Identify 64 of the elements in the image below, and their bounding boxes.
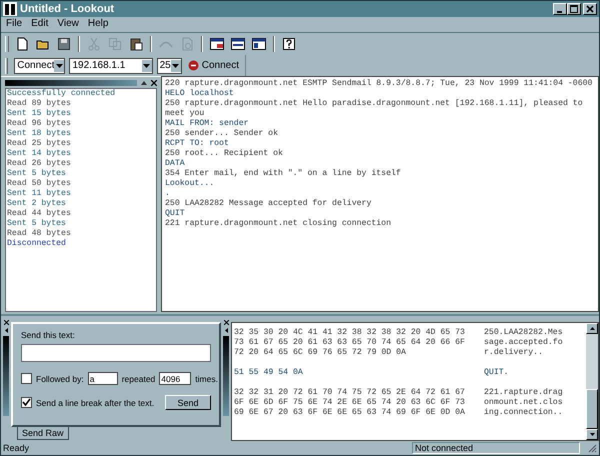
ascii-text: onmount.net.clos: [484, 398, 563, 408]
log-entry: Sent 11 bytes: [7, 189, 72, 199]
log-entry: Read 25 bytes: [7, 139, 72, 149]
followed-by-label: Followed by:: [36, 374, 84, 384]
log-entry: Read 26 bytes: [7, 159, 72, 169]
connect-button[interactable]: Connect: [186, 60, 241, 71]
transcript-line: 250 root... Recipient ok: [165, 149, 284, 159]
status-text: Ready: [3, 443, 30, 453]
ascii-text: r.delivery..: [484, 348, 543, 358]
menu-item[interactable]: Edit: [31, 18, 48, 31]
mode-dropdown[interactable]: Connect: [14, 58, 66, 74]
repeated-label: repeated: [122, 374, 156, 384]
log-entry: Sent 5 bytes: [7, 169, 67, 179]
transcript-line: 250 rapture.dragonmount.net Hello paradise.dragonmount.net [192.168.1.11], pleased to meet you: [165, 99, 584, 119]
transcript-line: MAIL FROM: sender: [165, 119, 250, 129]
transcript-line: Lookout...: [165, 179, 216, 189]
hex-bytes: 73 61 67 65 20 61 63 63 65 70 74 65 64 20 66 6F: [234, 338, 466, 348]
hex-bytes: 32 32 31 20 72 61 70 74 75 72 65 2E 64 72 61 67: [234, 388, 466, 398]
hex-bytes: 6F 6E 6D 6F 75 6E 74 2E 6E 65 74 20 63 6C 6F 73: [234, 398, 466, 408]
log-entry: Sent 14 bytes: [7, 149, 72, 159]
menu-item[interactable]: View: [57, 18, 79, 31]
transcript-line: HELO localhost: [165, 89, 235, 99]
log-entry: Read 96 bytes: [7, 119, 72, 129]
ascii-text: QUIT.: [484, 368, 509, 378]
ascii-text: 250.LAA28282.Mes: [484, 328, 563, 338]
connection-status: Not connected: [412, 442, 580, 454]
log-entry: Read 48 bytes: [7, 229, 72, 239]
log-entry: Successfully connected: [7, 89, 116, 99]
menu-item[interactable]: Help: [88, 18, 108, 31]
send-raw-tab[interactable]: Send Raw: [17, 427, 69, 440]
window-title: Untitled - Lookout: [20, 3, 116, 15]
log-entry: Sent 2 bytes: [7, 199, 67, 209]
transcript-line: 221 rapture.dragonmount.net closing connection: [165, 219, 392, 229]
hex-bytes: 72 20 64 65 6C 69 76 65 72 79 0D 0A: [234, 348, 407, 358]
hex-bytes: 51 55 49 54 0A: [234, 368, 304, 378]
ascii-text: ing.connection..: [484, 408, 563, 418]
hex-bytes: 32 35 30 20 4C 41 41 32 38 32 38 32 20 4D 65 73: [234, 328, 466, 338]
transcript-line: 354 Enter mail, end with "." on a line by itself: [165, 169, 402, 179]
transcript-line: QUIT: [165, 209, 186, 219]
transcript-line: 250 LAA28282 Message accepted for delivery: [165, 199, 372, 209]
log-entry: Read 50 bytes: [7, 179, 72, 189]
transcript-line: .: [165, 189, 171, 199]
transcript-line: RCPT TO: root: [165, 139, 230, 149]
port-dropdown[interactable]: 25: [156, 58, 182, 74]
log-entry: Sent 15 bytes: [7, 109, 72, 119]
hex-bytes: 69 6E 67 20 63 6F 6E 6E 65 63 74 69 6F 6E 0D 0A: [234, 408, 466, 418]
log-entry: Read 89 bytes: [7, 99, 72, 109]
log-entry: Disconnected: [7, 239, 67, 249]
followed-by-field[interactable]: a: [88, 372, 118, 385]
line-break-label: Send a line break after the text.: [36, 398, 154, 408]
send-text-label: Send this text:: [21, 330, 76, 340]
send-button[interactable]: Send: [165, 395, 211, 410]
host-dropdown[interactable]: 192.168.1.1: [69, 58, 153, 74]
transcript-line: 220 rapture.dragonmount.net ESMTP Sendmail 8.9.3/8.8.7; Tue, 23 Nov 1999 11:41:04 -0600: [165, 79, 594, 89]
ascii-text: sage.accepted.fo: [484, 338, 563, 348]
transcript-line: 250 sender... Sender ok: [165, 129, 280, 139]
repeat-count-field[interactable]: 4096: [159, 372, 192, 385]
transcript-line: DATA: [165, 159, 186, 169]
times-label: times.: [195, 374, 218, 384]
menu-item[interactable]: File: [6, 18, 22, 31]
log-entry: Sent 5 bytes: [7, 219, 67, 229]
log-entry: Read 44 bytes: [7, 209, 72, 219]
log-entry: Sent 18 bytes: [7, 129, 72, 139]
ascii-text: 221.rapture.drag: [484, 388, 563, 398]
